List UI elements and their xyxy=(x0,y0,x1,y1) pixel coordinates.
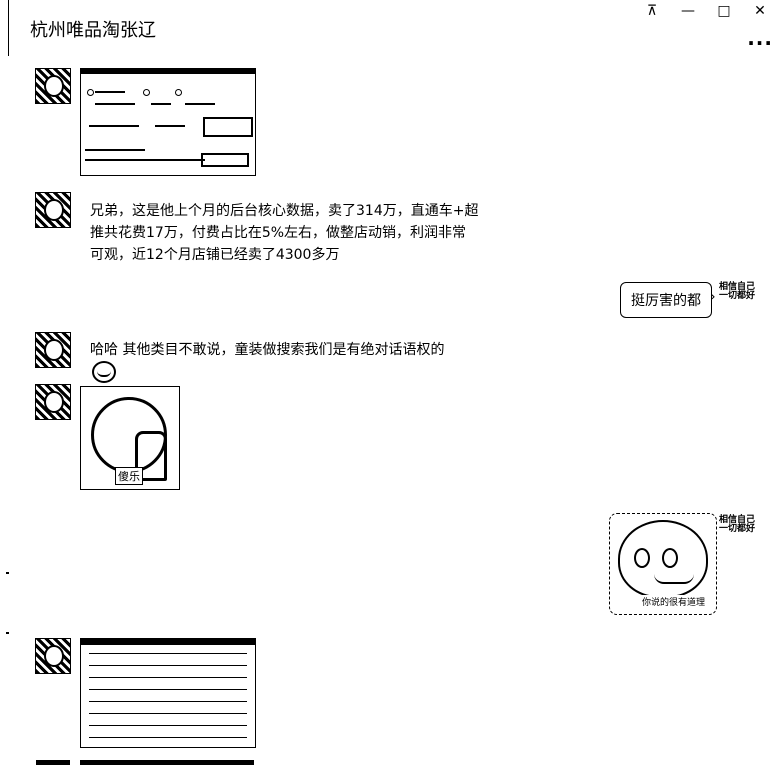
message-text: 哈哈 其他类目不敢说，童装做搜索我们是有绝对话语权的 xyxy=(90,339,470,383)
squirtle-sticker[interactable]: 你说的很有道理 xyxy=(609,513,717,615)
chat-title: 杭州唯品淘张辽 xyxy=(30,20,156,41)
avatar[interactable] xyxy=(35,192,71,228)
meme-image[interactable]: 傻乐 xyxy=(80,386,180,490)
pin-button[interactable]: ⊼ xyxy=(637,0,667,22)
grinning-face-icon xyxy=(92,361,116,383)
self-avatar[interactable]: 相信自己一切都好 xyxy=(718,516,756,554)
message-text: 兄弟，这是他上个月的后台核心数据，卖了314万，直通车+超推共花费17万，付费占… xyxy=(90,203,479,263)
edge-mark xyxy=(6,572,9,574)
message-text-content: 哈哈 其他类目不敢说，童装做搜索我们是有绝对话语权的 xyxy=(90,342,445,358)
minimize-button[interactable]: — xyxy=(673,0,703,22)
edge-mark xyxy=(6,632,9,634)
maximize-button[interactable]: □ xyxy=(709,0,739,22)
next-image-edge xyxy=(80,760,254,765)
bubble-tail-icon: › xyxy=(710,289,716,305)
avatar[interactable] xyxy=(35,332,71,368)
avatar[interactable] xyxy=(35,638,71,674)
window-controls: ⊼ — □ ✕ xyxy=(637,0,775,22)
avatar[interactable] xyxy=(35,384,71,420)
avatar[interactable] xyxy=(35,68,71,104)
outgoing-message: 挺厉害的都 xyxy=(620,282,712,318)
meme-caption: 傻乐 xyxy=(115,467,143,485)
self-avatar[interactable]: 相信自己一切都好 xyxy=(718,283,756,321)
table-screenshot-image[interactable] xyxy=(80,638,256,748)
sticker-caption: 你说的很有道理 xyxy=(642,595,706,608)
left-divider xyxy=(8,0,9,56)
screenshot-image[interactable] xyxy=(80,68,256,176)
close-button[interactable]: ✕ xyxy=(745,0,775,22)
more-options-button[interactable]: ... xyxy=(747,26,773,50)
next-avatar-edge xyxy=(36,760,70,765)
